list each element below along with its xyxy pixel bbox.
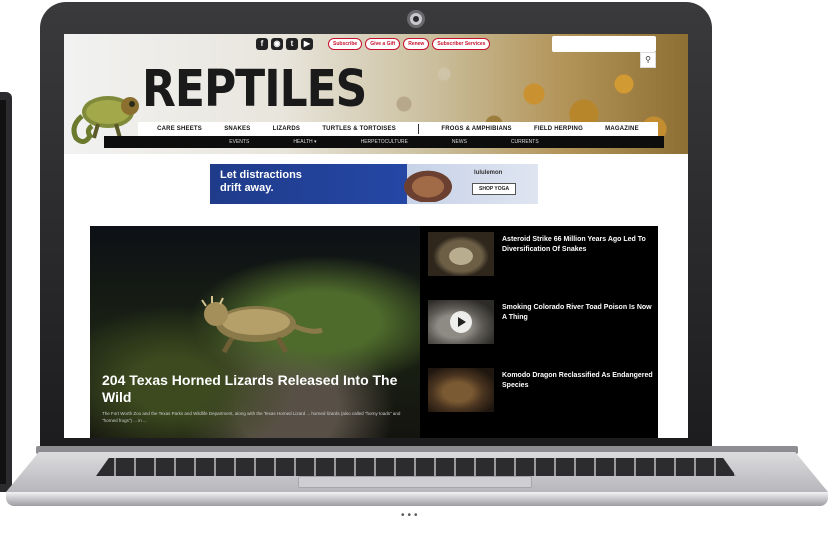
webcam-icon <box>407 10 425 28</box>
give-gift-button[interactable]: Give a Gift <box>365 38 401 50</box>
search-icon[interactable]: ⚲ <box>640 52 656 68</box>
side-story-thumbnail[interactable] <box>428 300 494 344</box>
side-story-title[interactable]: Asteroid Strike 66 Million Years Ago Led… <box>494 232 658 278</box>
sub-nav-events[interactable]: EVENTS <box>229 139 249 145</box>
side-story-title[interactable]: Komodo Dragon Reclassified As Endangered… <box>494 368 658 414</box>
side-story-thumbnail[interactable] <box>428 232 494 276</box>
featured-stories: 204 Texas Horned Lizards Released Into T… <box>90 226 658 438</box>
site-logo[interactable]: REPTILES <box>142 60 367 119</box>
laptop-base: ••• <box>6 446 828 521</box>
social-links: f ◉ t ▶ <box>256 38 313 50</box>
twitter-icon[interactable]: t <box>286 38 298 50</box>
ad-image <box>400 168 456 202</box>
sub-nav-news[interactable]: NEWS <box>452 139 467 145</box>
sub-nav-currents[interactable]: CURRENTS <box>511 139 539 145</box>
main-navigation: CARE SHEETS SNAKES LIZARDS TURTLES & TOR… <box>138 122 658 136</box>
nav-item-frogs[interactable]: FROGS & AMPHIBIANS <box>441 126 511 132</box>
side-story[interactable]: Asteroid Strike 66 Million Years Ago Led… <box>428 232 658 278</box>
nav-item-magazine[interactable]: MAGAZINE <box>605 126 639 132</box>
ad-cta-button[interactable]: SHOP YOGA <box>472 183 517 195</box>
ad-brand-logo: lululemon <box>474 170 503 176</box>
advertisement-banner[interactable]: Let distractions drift away. lululemon S… <box>210 164 538 204</box>
side-story-thumbnail[interactable] <box>428 368 494 412</box>
subscriber-services-button[interactable]: Subscriber Services <box>432 38 491 50</box>
laptop-mockup-scene: f ◉ t ▶ Subscribe Give a Gift Renew Subs… <box>0 0 834 534</box>
sub-navigation: EVENTS HEALTH ▾ HERPETOCULTURE NEWS CURR… <box>104 136 664 148</box>
hero-story-title[interactable]: 204 Texas Horned Lizards Released Into T… <box>102 372 412 406</box>
laptop-screen: f ◉ t ▶ Subscribe Give a Gift Renew Subs… <box>64 34 688 438</box>
hero-story[interactable]: 204 Texas Horned Lizards Released Into T… <box>90 226 420 438</box>
nav-item-snakes[interactable]: SNAKES <box>224 126 250 132</box>
indicator-dots: ••• <box>401 510 421 521</box>
hero-story-excerpt: The Fort Worth Zoo and the Texas Parks a… <box>102 411 401 423</box>
trackpad <box>298 476 532 488</box>
horned-lizard-image <box>201 296 323 354</box>
ad-headline-line1: Let distractions <box>220 169 302 181</box>
instagram-icon[interactable]: ◉ <box>271 38 283 50</box>
nav-item-lizards[interactable]: LIZARDS <box>273 126 300 132</box>
ad-headline: Let distractions drift away. <box>220 169 302 195</box>
nav-item-care-sheets[interactable]: CARE SHEETS <box>157 126 202 132</box>
header-links: Subscribe Give a Gift Renew Subscriber S… <box>328 38 491 50</box>
nav-divider <box>418 124 420 134</box>
side-story[interactable]: Komodo Dragon Reclassified As Endangered… <box>428 368 658 414</box>
partial-tablet-device <box>0 92 12 492</box>
renew-button[interactable]: Renew <box>403 38 430 50</box>
subscribe-button[interactable]: Subscribe <box>328 38 363 50</box>
youtube-icon[interactable]: ▶ <box>301 38 313 50</box>
sub-nav-health[interactable]: HEALTH ▾ <box>293 139 316 145</box>
sub-nav-herpetoculture[interactable]: HERPETOCULTURE <box>361 139 408 145</box>
search-input[interactable] <box>552 36 656 52</box>
keyboard-keys <box>96 458 736 476</box>
play-icon[interactable] <box>450 311 472 333</box>
side-story-title[interactable]: Smoking Colorado River Toad Poison Is No… <box>494 300 658 346</box>
side-story[interactable]: Smoking Colorado River Toad Poison Is No… <box>428 300 658 346</box>
facebook-icon[interactable]: f <box>256 38 268 50</box>
site-header: f ◉ t ▶ Subscribe Give a Gift Renew Subs… <box>64 34 688 154</box>
nav-item-turtles[interactable]: TURTLES & TORTOISES <box>322 126 396 132</box>
ad-headline-line2: drift away. <box>220 182 274 194</box>
side-story-list: Asteroid Strike 66 Million Years Ago Led… <box>428 226 658 438</box>
nav-item-field-herping[interactable]: FIELD HERPING <box>534 126 583 132</box>
laptop-front-edge <box>6 492 828 506</box>
